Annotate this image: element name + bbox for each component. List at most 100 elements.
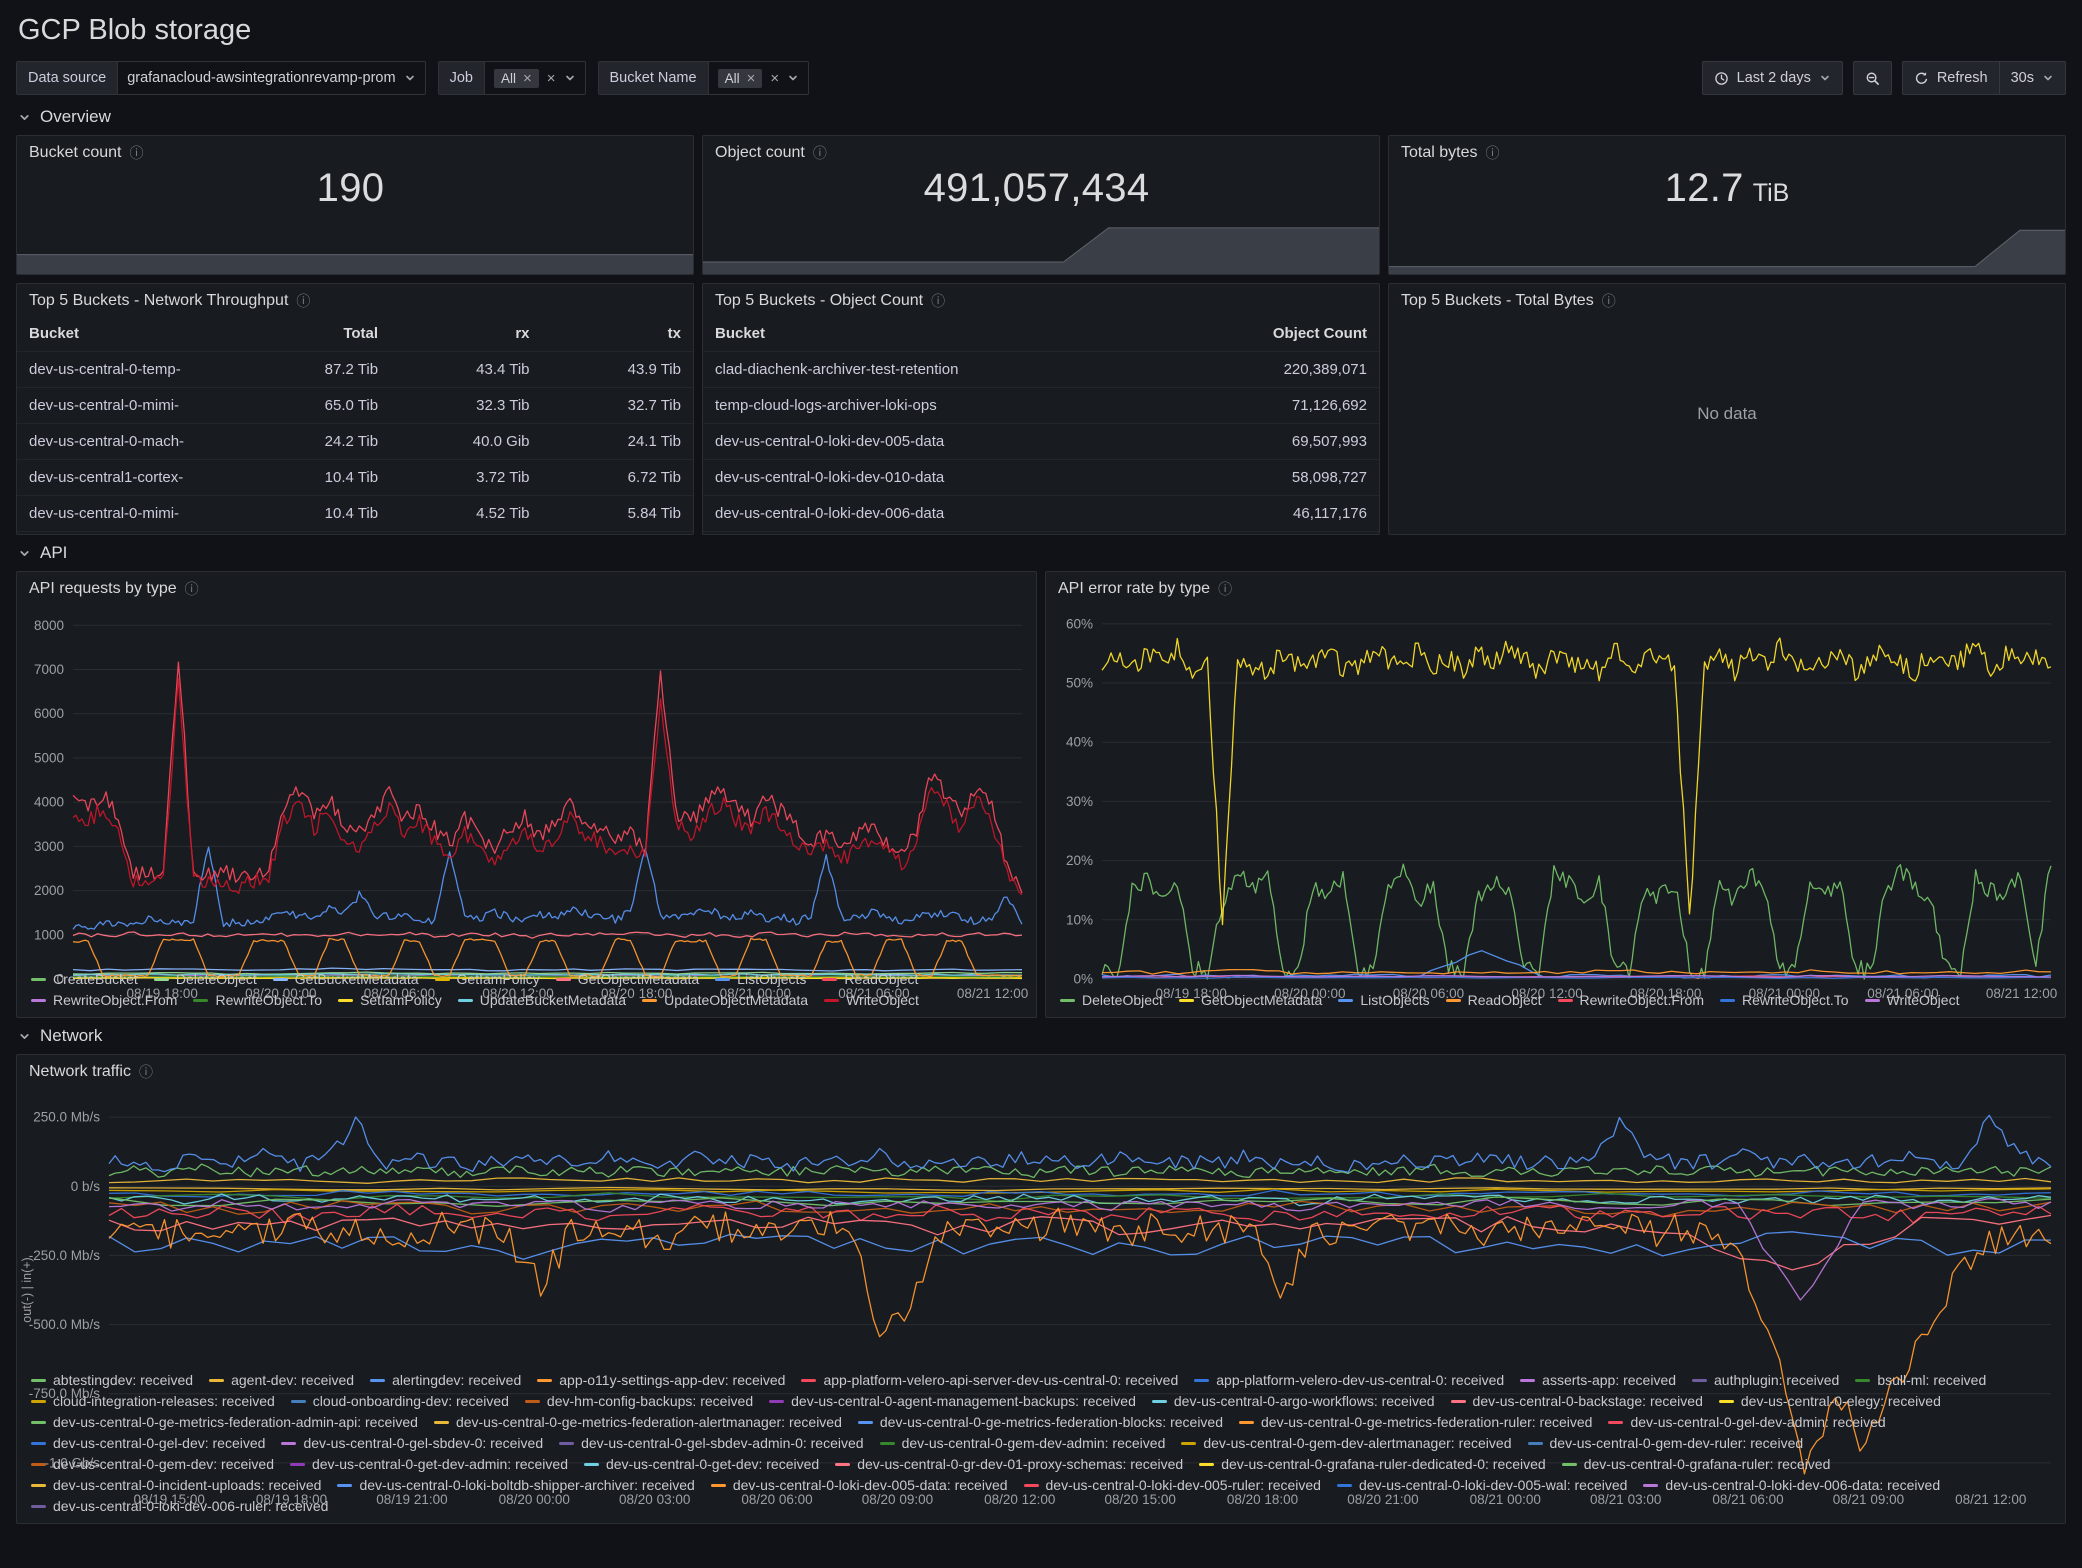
legend-item[interactable]: GetIamPolicy — [435, 971, 540, 987]
legend-item[interactable]: RewriteObject.From — [1558, 992, 1704, 1008]
legend-item[interactable]: dev-us-central-0-grafana-ruler-dedicated… — [1199, 1456, 1546, 1472]
column-header[interactable]: tx — [542, 325, 693, 342]
clear-filter-icon[interactable]: × — [547, 71, 556, 86]
legend-item[interactable]: app-o11y-settings-app-dev: received — [537, 1372, 785, 1388]
legend-item[interactable]: GetObjectMetadata — [556, 971, 699, 987]
legend-item[interactable]: dev-us-central-0-elegy: received — [1719, 1393, 1941, 1409]
legend-item[interactable]: cloud-onboarding-dev: received — [291, 1393, 509, 1409]
datasource-picker[interactable]: Data source grafanacloud-awsintegrationr… — [16, 61, 426, 95]
info-icon[interactable]: ⓘ — [931, 294, 945, 308]
legend-item[interactable]: dev-us-central-0-ge-metrics-federation-a… — [31, 1414, 418, 1430]
legend-item[interactable]: dev-us-central-0-gem-dev: received — [31, 1456, 274, 1472]
legend-item[interactable]: dev-us-central-0-gem-dev-admin: received — [880, 1435, 1166, 1451]
network-traffic-chart[interactable]: 250.0 Mb/s0 b/s-250.0 Mb/s-500.0 Mb/s-75… — [17, 1085, 2065, 1369]
legend-item[interactable]: dev-us-central-0-grafana-ruler: received — [1562, 1456, 1831, 1472]
remove-tag-icon[interactable]: × — [523, 71, 532, 86]
legend-item[interactable]: dev-us-central-0-incident-uploads: recei… — [31, 1477, 321, 1493]
legend-item[interactable]: dev-us-central-0-gr-dev-01-proxy-schemas… — [835, 1456, 1183, 1472]
time-range-button[interactable]: Last 2 days — [1702, 61, 1843, 95]
legend-item[interactable]: dev-us-central-0-agent-management-backup… — [769, 1393, 1136, 1409]
legend-item[interactable]: dev-us-central-0-backstage: received — [1451, 1393, 1703, 1409]
legend-item[interactable]: ReadObject — [1446, 992, 1542, 1008]
legend-item[interactable]: app-platform-velero-dev-us-central-0: re… — [1194, 1372, 1504, 1388]
zoom-out-button[interactable] — [1853, 61, 1892, 95]
refresh-button[interactable]: Refresh — [1902, 61, 2000, 95]
column-header[interactable]: rx — [390, 325, 541, 342]
legend-item[interactable]: authplugin: received — [1692, 1372, 1839, 1388]
legend-item[interactable]: bsull-ml: received — [1855, 1372, 1986, 1388]
legend-item[interactable]: UpdateObjectMetadata — [642, 992, 808, 1008]
legend-item[interactable]: dev-us-central-0-gel-sbdev-0: received — [281, 1435, 543, 1451]
column-header[interactable]: Object Count — [1159, 325, 1379, 342]
info-icon[interactable]: ⓘ — [139, 1065, 153, 1079]
stat-value: 12.7 — [1665, 166, 1744, 211]
refresh-interval-button[interactable]: 30s — [1999, 61, 2066, 95]
legend-item[interactable]: dev-us-central-0-gel-sbdev-admin-0: rece… — [559, 1435, 863, 1451]
info-icon[interactable]: ⓘ — [296, 294, 310, 308]
legend-item[interactable]: ListObjects — [1338, 992, 1429, 1008]
legend-item[interactable]: DeleteObject — [154, 971, 257, 987]
legend-item[interactable]: ListObjects — [715, 971, 806, 987]
job-filter[interactable]: Job All × × — [438, 61, 586, 95]
legend-item[interactable]: dev-us-central-0-get-dev-admin: received — [290, 1456, 568, 1472]
zoom-out-icon — [1865, 71, 1880, 86]
legend-item[interactable]: cloud-integration-releases: received — [31, 1393, 275, 1409]
legend-item[interactable]: dev-us-central-0-get-dev: received — [584, 1456, 819, 1472]
info-icon[interactable]: ⓘ — [1602, 294, 1616, 308]
api-requests-chart[interactable]: 01000200030004000500060007000800008/19 1… — [17, 602, 1036, 968]
legend-series-color — [1060, 999, 1075, 1002]
legend-item[interactable]: dev-us-central-0-loki-dev-005-wal: recei… — [1337, 1477, 1627, 1493]
info-icon[interactable]: ⓘ — [813, 146, 827, 160]
legend-item[interactable]: dev-us-central-0-gem-dev-alertmanager: r… — [1181, 1435, 1511, 1451]
legend-item[interactable]: RewriteObject.From — [31, 992, 177, 1008]
clear-filter-icon[interactable]: × — [770, 71, 779, 86]
legend-item[interactable]: dev-us-central-0-ge-metrics-federation-r… — [1239, 1414, 1592, 1430]
legend-item[interactable]: CreateBucket — [31, 971, 138, 987]
legend-series-color — [711, 1484, 726, 1487]
legend-item[interactable]: dev-us-central-0-loki-dev-005-data: rece… — [711, 1477, 1008, 1493]
section-header-overview[interactable]: Overview — [18, 107, 2066, 127]
legend-item[interactable]: SetIamPolicy — [338, 992, 442, 1008]
section-header-network[interactable]: Network — [18, 1026, 2066, 1046]
legend-series-label: dev-us-central-0-loki-dev-005-data: rece… — [733, 1477, 1008, 1493]
column-header[interactable]: Bucket — [17, 325, 239, 342]
bucket-name-filter[interactable]: Bucket Name All × × — [598, 61, 810, 95]
info-icon[interactable]: ⓘ — [185, 582, 199, 596]
legend-item[interactable]: dev-us-central-0-loki-dev-005-ruler: rec… — [1024, 1477, 1321, 1493]
legend-item[interactable]: UpdateBucketMetadata — [458, 992, 626, 1008]
job-filter-pill[interactable]: All × — [494, 69, 539, 88]
legend-item[interactable]: dev-us-central-0-loki-dev-006-ruler: rec… — [31, 1498, 328, 1514]
legend-item[interactable]: dev-us-central-0-ge-metrics-federation-b… — [858, 1414, 1223, 1430]
info-icon[interactable]: ⓘ — [1218, 582, 1232, 596]
api-error-rate-chart[interactable]: 0%10%20%30%40%50%60%08/19 18:0008/20 00:… — [1046, 602, 2065, 989]
legend-item[interactable]: DeleteObject — [1060, 992, 1163, 1008]
legend-item[interactable]: WriteObject — [1865, 992, 1960, 1008]
legend-item[interactable]: agent-dev: received — [209, 1372, 354, 1388]
legend-item[interactable]: dev-us-central-0-loki-dev-006-data: rece… — [1643, 1477, 1940, 1493]
legend-item[interactable]: alertingdev: received — [370, 1372, 521, 1388]
legend-item[interactable]: dev-us-central-0-gel-dev: received — [31, 1435, 265, 1451]
remove-tag-icon[interactable]: × — [747, 71, 756, 86]
legend-item[interactable]: GetObjectMetadata — [1179, 992, 1322, 1008]
legend-item[interactable]: GetBucketMetadata — [273, 971, 419, 987]
legend-item[interactable]: ReadObject — [822, 971, 918, 987]
legend-item[interactable]: dev-us-central-0-loki-boltdb-shipper-arc… — [337, 1477, 694, 1493]
info-icon[interactable]: ⓘ — [130, 146, 144, 160]
legend-item[interactable]: dev-us-central-0-ge-metrics-federation-a… — [434, 1414, 842, 1430]
legend-item[interactable]: dev-us-central-0-gem-dev-ruler: received — [1528, 1435, 1804, 1451]
column-header[interactable]: Bucket — [703, 325, 1159, 342]
section-header-api[interactable]: API — [18, 543, 2066, 563]
legend-item[interactable]: app-platform-velero-api-server-dev-us-ce… — [801, 1372, 1178, 1388]
chevron-down-icon — [2042, 72, 2054, 84]
legend-item[interactable]: RewriteObject.To — [193, 992, 322, 1008]
legend-item[interactable]: RewriteObject.To — [1720, 992, 1849, 1008]
legend-item[interactable]: dev-hm-config-backups: received — [525, 1393, 753, 1409]
info-icon[interactable]: ⓘ — [1485, 146, 1499, 160]
bucket-filter-pill[interactable]: All × — [718, 69, 763, 88]
legend-item[interactable]: WriteObject — [824, 992, 919, 1008]
legend-item[interactable]: dev-us-central-0-argo-workflows: receive… — [1152, 1393, 1435, 1409]
legend-item[interactable]: asserts-app: received — [1520, 1372, 1676, 1388]
legend-item[interactable]: dev-us-central-0-gel-dev-admin: received — [1608, 1414, 1885, 1430]
column-header[interactable]: Total — [239, 325, 390, 342]
legend-item[interactable]: abtestingdev: received — [31, 1372, 193, 1388]
